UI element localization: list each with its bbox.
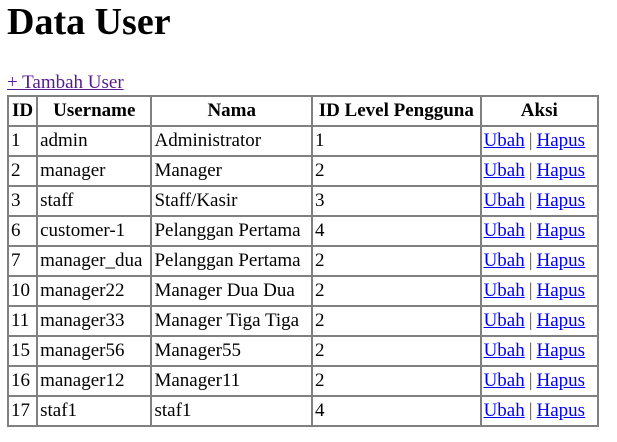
edit-link[interactable]: Ubah <box>484 220 525 241</box>
delete-link[interactable]: Hapus <box>537 400 586 421</box>
action-separator: | <box>528 190 533 211</box>
delete-link[interactable]: Hapus <box>537 160 586 181</box>
cell-id: 11 <box>8 306 38 336</box>
edit-link[interactable]: Ubah <box>484 190 525 211</box>
table-row: 6 customer-1 Pelanggan Pertama 4 Ubah | Hapus <box>8 216 598 246</box>
table-header-row: ID Username Nama ID Level Pengguna Aksi <box>8 96 598 126</box>
cell-level: 2 <box>312 366 481 396</box>
cell-username: admin <box>37 126 152 156</box>
column-header-aksi: Aksi <box>480 96 598 126</box>
cell-id: 15 <box>8 336 38 366</box>
cell-aksi: Ubah | Hapus <box>480 336 598 366</box>
cell-level: 4 <box>312 396 481 426</box>
table-row: 17 staf1 staf1 4 Ubah | Hapus <box>8 396 598 426</box>
cell-aksi: Ubah | Hapus <box>480 126 598 156</box>
cell-username: manager12 <box>37 366 152 396</box>
delete-link[interactable]: Hapus <box>537 340 586 361</box>
column-header-level: ID Level Pengguna <box>312 96 481 126</box>
add-user-link[interactable]: + Tambah User <box>7 72 124 94</box>
cell-username: staf1 <box>37 396 152 426</box>
cell-id: 2 <box>8 156 38 186</box>
table-row: 3 staff Staff/Kasir 3 Ubah | Hapus <box>8 186 598 216</box>
cell-aksi: Ubah | Hapus <box>480 156 598 186</box>
table-row: 15 manager56 Manager55 2 Ubah | Hapus <box>8 336 598 366</box>
cell-level: 2 <box>312 336 481 366</box>
cell-level: 2 <box>312 156 481 186</box>
cell-nama: Manager <box>151 156 312 186</box>
cell-id: 10 <box>8 276 38 306</box>
cell-username: manager22 <box>37 276 152 306</box>
user-table: ID Username Nama ID Level Pengguna Aksi … <box>7 95 599 427</box>
cell-aksi: Ubah | Hapus <box>480 366 598 396</box>
table-row: 7 manager_dua Pelanggan Pertama 2 Ubah | Hapus <box>8 246 598 276</box>
edit-link[interactable]: Ubah <box>484 250 525 271</box>
cell-username: manager33 <box>37 306 152 336</box>
cell-username: staff <box>37 186 152 216</box>
cell-aksi: Ubah | Hapus <box>480 306 598 336</box>
cell-id: 16 <box>8 366 38 396</box>
edit-link[interactable]: Ubah <box>484 310 525 331</box>
column-header-nama: Nama <box>151 96 312 126</box>
action-separator: | <box>528 340 533 361</box>
action-separator: | <box>528 370 533 391</box>
cell-nama: Staff/Kasir <box>151 186 312 216</box>
cell-level: 3 <box>312 186 481 216</box>
column-header-username: Username <box>37 96 152 126</box>
delete-link[interactable]: Hapus <box>537 280 586 301</box>
delete-link[interactable]: Hapus <box>537 310 586 331</box>
cell-id: 7 <box>8 246 38 276</box>
cell-nama: Manager55 <box>151 336 312 366</box>
edit-link[interactable]: Ubah <box>484 370 525 391</box>
page-title: Data User <box>7 1 171 43</box>
cell-level: 2 <box>312 276 481 306</box>
action-separator: | <box>528 250 533 271</box>
action-separator: | <box>528 310 533 331</box>
delete-link[interactable]: Hapus <box>537 370 586 391</box>
action-separator: | <box>528 400 533 421</box>
table-row: 16 manager12 Manager11 2 Ubah | Hapus <box>8 366 598 396</box>
action-separator: | <box>528 130 533 151</box>
cell-username: manager56 <box>37 336 152 366</box>
cell-id: 6 <box>8 216 38 246</box>
cell-level: 1 <box>312 126 481 156</box>
table-row: 11 manager33 Manager Tiga Tiga 2 Ubah | Hapus <box>8 306 598 336</box>
edit-link[interactable]: Ubah <box>484 160 525 181</box>
cell-aksi: Ubah | Hapus <box>480 246 598 276</box>
cell-id: 3 <box>8 186 38 216</box>
column-header-id: ID <box>8 96 38 126</box>
cell-nama: Manager11 <box>151 366 312 396</box>
action-separator: | <box>528 220 533 241</box>
edit-link[interactable]: Ubah <box>484 400 525 421</box>
action-separator: | <box>528 280 533 301</box>
cell-nama: Administrator <box>151 126 312 156</box>
cell-nama: Pelanggan Pertama <box>151 216 312 246</box>
delete-link[interactable]: Hapus <box>537 130 586 151</box>
delete-link[interactable]: Hapus <box>537 220 586 241</box>
cell-aksi: Ubah | Hapus <box>480 186 598 216</box>
action-separator: | <box>528 160 533 181</box>
edit-link[interactable]: Ubah <box>484 280 525 301</box>
cell-username: customer-1 <box>37 216 152 246</box>
cell-nama: Manager Tiga Tiga <box>151 306 312 336</box>
cell-username: manager <box>37 156 152 186</box>
cell-nama: Pelanggan Pertama <box>151 246 312 276</box>
cell-username: manager_dua <box>37 246 152 276</box>
delete-link[interactable]: Hapus <box>537 250 586 271</box>
edit-link[interactable]: Ubah <box>484 340 525 361</box>
cell-level: 2 <box>312 246 481 276</box>
table-row: 1 admin Administrator 1 Ubah | Hapus <box>8 126 598 156</box>
cell-aksi: Ubah | Hapus <box>480 276 598 306</box>
cell-id: 1 <box>8 126 38 156</box>
edit-link[interactable]: Ubah <box>484 130 525 151</box>
cell-level: 4 <box>312 216 481 246</box>
table-row: 2 manager Manager 2 Ubah | Hapus <box>8 156 598 186</box>
cell-aksi: Ubah | Hapus <box>480 216 598 246</box>
delete-link[interactable]: Hapus <box>537 190 586 211</box>
cell-level: 2 <box>312 306 481 336</box>
cell-nama: staf1 <box>151 396 312 426</box>
cell-nama: Manager Dua Dua <box>151 276 312 306</box>
cell-id: 17 <box>8 396 38 426</box>
cell-aksi: Ubah | Hapus <box>480 396 598 426</box>
table-row: 10 manager22 Manager Dua Dua 2 Ubah | Hapus <box>8 276 598 306</box>
